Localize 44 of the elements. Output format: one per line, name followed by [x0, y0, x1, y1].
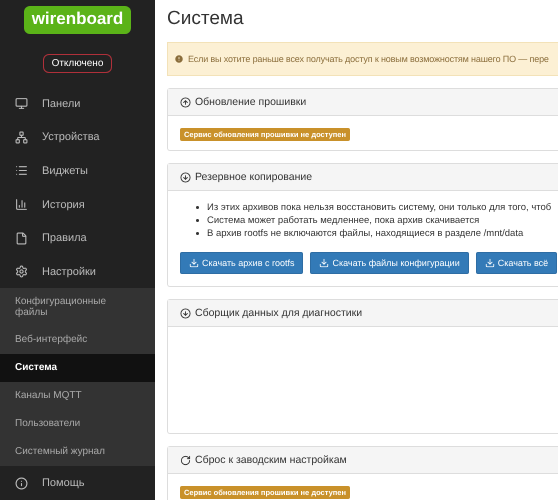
nav-icon	[15, 232, 28, 245]
submenu-item[interactable]: Веб-интерфейс	[0, 326, 155, 354]
nav-item[interactable]: Панели	[0, 87, 155, 121]
download-button[interactable]: Скачать архив с rootfs	[180, 252, 304, 274]
nav-item[interactable]: Правила	[0, 221, 155, 255]
note-item: Из этих архивов пока нельзя восстановить систему, они только для того, чтоб	[207, 201, 552, 214]
nav-item[interactable]: История	[0, 188, 155, 222]
panel-title: Сброс к заводским настройкам	[195, 454, 347, 466]
help-item[interactable]: Помощь	[0, 466, 155, 500]
info-icon	[15, 476, 28, 490]
submenu-item[interactable]: Системный журнал	[0, 438, 155, 466]
download-icon	[189, 258, 199, 268]
arrow-down-circle-icon	[180, 308, 191, 318]
nav-item[interactable]: Устройства	[0, 120, 155, 154]
bullet-icon	[196, 232, 199, 235]
nav-icon	[15, 198, 28, 212]
submenu-item[interactable]: Система	[0, 354, 155, 382]
note-item: Система может работать медленнее, пока архив скачивается	[207, 214, 480, 227]
submenu-item[interactable]: Пользователи	[0, 410, 155, 438]
panel-title: Сборщик данных для диагностики	[195, 307, 362, 319]
nav-icon	[15, 265, 28, 278]
note-item: В архив rootfs не включаются файлы, находящиеся в разделе /mnt/data	[207, 227, 524, 240]
nav-icon	[15, 164, 28, 178]
arrow-down-circle-icon	[180, 172, 191, 182]
bullet-icon	[196, 206, 199, 209]
download-button[interactable]: Скачать всё	[476, 252, 558, 274]
submenu-item[interactable]: Каналы MQTT	[0, 382, 155, 410]
download-icon	[484, 258, 495, 268]
download-icon	[319, 258, 330, 268]
alert-banner: Если вы хотите раньше всех получать доступ к новым возможностям нашего ПО — пере	[167, 42, 558, 76]
nav-item[interactable]: Настройки	[0, 254, 155, 288]
alert-icon	[174, 54, 184, 64]
panel-title: Обновление прошивки	[195, 96, 306, 108]
refresh-icon	[180, 454, 191, 466]
nav-item[interactable]: Виджеты	[0, 154, 155, 188]
bullet-icon	[196, 219, 199, 222]
arrow-up-circle-icon	[180, 96, 191, 108]
nav-icon	[15, 130, 28, 144]
connection-status: Отключено	[42, 54, 112, 73]
panel-title: Резервное копирование	[195, 171, 312, 183]
download-button[interactable]: Скачать файлы конфигурации	[310, 252, 469, 274]
nav-icon	[15, 97, 28, 110]
submenu-item[interactable]: Конфигурационные файлы	[0, 288, 155, 326]
page-title: Система	[167, 8, 245, 30]
